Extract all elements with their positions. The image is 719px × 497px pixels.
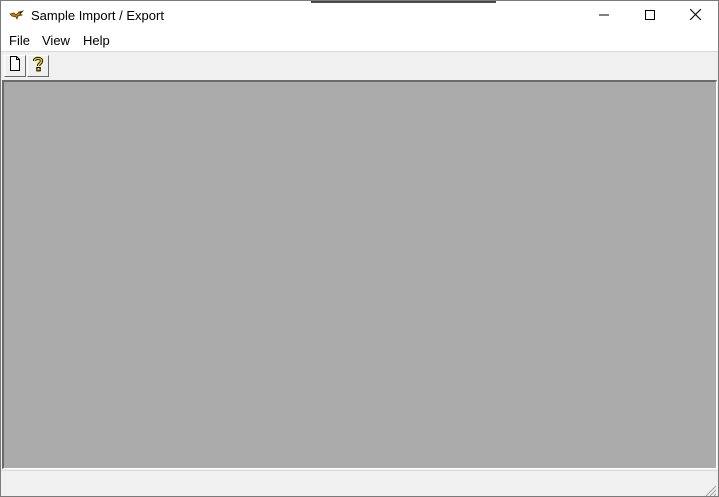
new-document-icon [8,56,22,76]
app-window: Sample Import / Export File View Help [0,0,719,497]
window-title: Sample Import / Export [31,8,164,23]
resize-grip-icon[interactable] [705,484,717,496]
title-bar-shadow [311,1,496,3]
menu-file[interactable]: File [7,33,32,49]
minimize-icon [599,7,609,25]
new-document-button[interactable] [4,55,26,77]
minimize-button[interactable] [581,1,627,31]
status-bar [1,470,718,496]
help-about-button[interactable] [27,55,49,77]
help-about-icon [31,56,45,77]
menu-help[interactable]: Help [81,33,112,49]
title-bar[interactable]: Sample Import / Export [1,1,718,31]
menu-view[interactable]: View [40,33,72,49]
app-bird-icon[interactable] [9,9,25,23]
close-icon [689,7,701,25]
maximize-button[interactable] [627,1,673,31]
toolbar [1,52,718,79]
menu-bar: File View Help [1,31,718,51]
maximize-icon [645,7,655,25]
close-button[interactable] [672,1,718,31]
mdi-client-area[interactable] [2,80,717,469]
